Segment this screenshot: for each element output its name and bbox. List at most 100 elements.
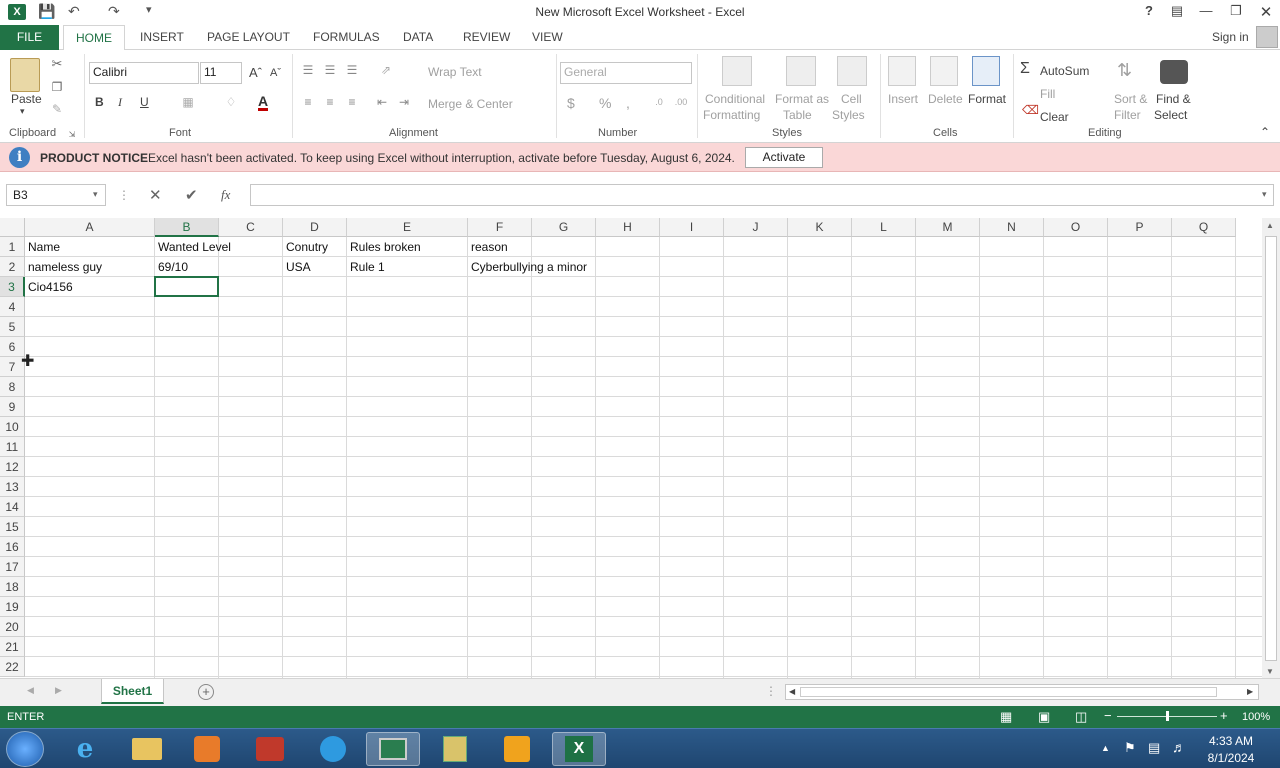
italic-button[interactable]: I bbox=[118, 95, 122, 110]
confirm-entry-icon[interactable]: ✔ bbox=[185, 186, 198, 204]
bottom-align-icon[interactable]: ☰ bbox=[344, 62, 360, 78]
paste-dropdown-icon[interactable]: ▾ bbox=[20, 106, 25, 117]
scroll-down-icon[interactable]: ▼ bbox=[1266, 667, 1274, 676]
user-avatar-icon[interactable] bbox=[1256, 26, 1278, 48]
clear-button[interactable]: Clear bbox=[1040, 110, 1069, 124]
format-as-table-icon[interactable] bbox=[786, 56, 816, 86]
sign-in-link[interactable]: Sign in bbox=[1212, 30, 1249, 44]
row-header-14[interactable]: 14 bbox=[0, 497, 25, 517]
bold-button[interactable]: B bbox=[95, 95, 104, 109]
tab-view[interactable]: VIEW bbox=[532, 30, 563, 44]
column-header-j[interactable]: J bbox=[724, 218, 788, 237]
grow-font-icon[interactable]: Aˆ bbox=[249, 65, 262, 80]
tab-review[interactable]: REVIEW bbox=[463, 30, 510, 44]
name-box[interactable]: B3 bbox=[6, 184, 106, 206]
file-explorer-icon[interactable] bbox=[120, 732, 174, 766]
collapse-ribbon-icon[interactable]: ⌃ bbox=[1260, 125, 1270, 139]
row-header-18[interactable]: 18 bbox=[0, 577, 25, 597]
row-header-15[interactable]: 15 bbox=[0, 517, 25, 537]
sheet-tab-sheet1[interactable]: Sheet1 bbox=[101, 679, 164, 704]
select-all-corner[interactable] bbox=[0, 218, 25, 237]
tab-formulas[interactable]: FORMULAS bbox=[313, 30, 380, 44]
column-header-f[interactable]: F bbox=[468, 218, 532, 237]
expand-formula-icon[interactable]: ▾ bbox=[1262, 189, 1267, 200]
increase-indent-icon[interactable]: ⇥ bbox=[396, 94, 412, 110]
row-header-5[interactable]: 5 bbox=[0, 317, 25, 337]
column-header-a[interactable]: A bbox=[25, 218, 155, 237]
app-monitor-icon[interactable] bbox=[366, 732, 420, 766]
show-hidden-icons[interactable]: ▲ bbox=[1101, 743, 1110, 753]
help-button[interactable]: ? bbox=[1137, 3, 1161, 18]
scroll-up-icon[interactable]: ▲ bbox=[1266, 221, 1274, 230]
delete-cells-icon[interactable] bbox=[930, 56, 958, 86]
shrink-font-icon[interactable]: Aˇ bbox=[270, 67, 281, 79]
column-header-h[interactable]: H bbox=[596, 218, 660, 237]
minimize-button[interactable]: — bbox=[1194, 3, 1218, 18]
excel-taskbar-icon[interactable]: X bbox=[552, 732, 606, 766]
cell-d2[interactable]: USA bbox=[283, 257, 311, 277]
zoom-in-icon[interactable]: + bbox=[1220, 708, 1228, 723]
cell-d1[interactable]: Conutry bbox=[283, 237, 328, 257]
row-header-20[interactable]: 20 bbox=[0, 617, 25, 637]
row-header-10[interactable]: 10 bbox=[0, 417, 25, 437]
close-button[interactable]: ✕ bbox=[1254, 3, 1278, 21]
font-color-icon[interactable]: A bbox=[258, 94, 269, 111]
sort-filter-button[interactable]: Sort & bbox=[1114, 92, 1147, 106]
action-center-flag-icon[interactable]: ⚑ bbox=[1124, 740, 1136, 756]
volume-icon[interactable]: ♬ bbox=[1172, 739, 1186, 755]
tab-data[interactable]: DATA bbox=[403, 30, 433, 44]
format-cells-icon[interactable] bbox=[972, 56, 1000, 86]
cell-b2[interactable]: 69/10 bbox=[155, 257, 188, 277]
increase-decimal-icon[interactable]: .0 bbox=[650, 94, 668, 110]
clipboard-launcher-icon[interactable]: ⇲ bbox=[67, 129, 77, 139]
active-cell-b3[interactable] bbox=[154, 276, 219, 297]
cell-styles-icon[interactable] bbox=[837, 56, 867, 86]
column-header-l[interactable]: L bbox=[852, 218, 916, 237]
vertical-scrollbar[interactable]: ▲ ▼ bbox=[1262, 218, 1280, 680]
column-header-e[interactable]: E bbox=[347, 218, 468, 237]
formula-input[interactable] bbox=[250, 184, 1274, 206]
column-header-d[interactable]: D bbox=[283, 218, 347, 237]
align-left-icon[interactable]: ≡ bbox=[300, 94, 316, 110]
row-header-8[interactable]: 8 bbox=[0, 377, 25, 397]
font-size-input[interactable]: 11 bbox=[200, 62, 242, 84]
row-header-13[interactable]: 13 bbox=[0, 477, 25, 497]
cell-f1[interactable]: reason bbox=[468, 237, 508, 257]
app-red-icon[interactable] bbox=[243, 732, 297, 766]
format-button[interactable]: Format bbox=[968, 92, 1006, 106]
tab-home[interactable]: HOME bbox=[63, 25, 125, 51]
row-header-21[interactable]: 21 bbox=[0, 637, 25, 657]
app-orange-icon[interactable] bbox=[490, 732, 544, 766]
cell-a1[interactable]: Name bbox=[25, 237, 60, 257]
column-header-c[interactable]: C bbox=[219, 218, 283, 237]
next-sheet-icon[interactable]: ▶ bbox=[55, 685, 62, 696]
row-header-19[interactable]: 19 bbox=[0, 597, 25, 617]
cell-e1[interactable]: Rules broken bbox=[347, 237, 421, 257]
cell-f2[interactable]: Cyberbullying a minor bbox=[468, 257, 587, 277]
normal-view-icon[interactable]: ▦ bbox=[1000, 709, 1012, 725]
ribbon-display-icon[interactable]: ▤ bbox=[1165, 3, 1189, 19]
conditional-formatting-button[interactable]: Conditional bbox=[705, 92, 765, 106]
find-select-button[interactable]: Find & bbox=[1156, 92, 1191, 106]
fill-button[interactable]: Fill bbox=[1040, 87, 1055, 101]
row-header-4[interactable]: 4 bbox=[0, 297, 25, 317]
clock-time[interactable]: 4:33 AM bbox=[1207, 734, 1255, 748]
merge-center-button[interactable]: Merge & Center bbox=[428, 97, 513, 111]
delete-button[interactable]: Delete bbox=[928, 92, 963, 106]
column-header-o[interactable]: O bbox=[1044, 218, 1108, 237]
top-align-icon[interactable]: ☰ bbox=[300, 62, 316, 78]
row-header-11[interactable]: 11 bbox=[0, 437, 25, 457]
format-as-table-button[interactable]: Format as bbox=[775, 92, 829, 106]
decrease-decimal-icon[interactable]: .00 bbox=[672, 94, 690, 110]
row-header-17[interactable]: 17 bbox=[0, 557, 25, 577]
font-name-input[interactable]: Calibri bbox=[89, 62, 199, 84]
column-header-m[interactable]: M bbox=[916, 218, 980, 237]
scroll-right-icon[interactable]: ▶ bbox=[1247, 687, 1253, 696]
underline-button[interactable]: U bbox=[140, 95, 149, 109]
percent-button[interactable]: % bbox=[599, 95, 611, 111]
paste-icon[interactable] bbox=[10, 58, 40, 92]
borders-icon[interactable]: ▦ bbox=[180, 94, 196, 110]
align-center-icon[interactable]: ≡ bbox=[322, 94, 338, 110]
row-header-2[interactable]: 2 bbox=[0, 257, 25, 277]
middle-align-icon[interactable]: ☰ bbox=[322, 62, 338, 78]
